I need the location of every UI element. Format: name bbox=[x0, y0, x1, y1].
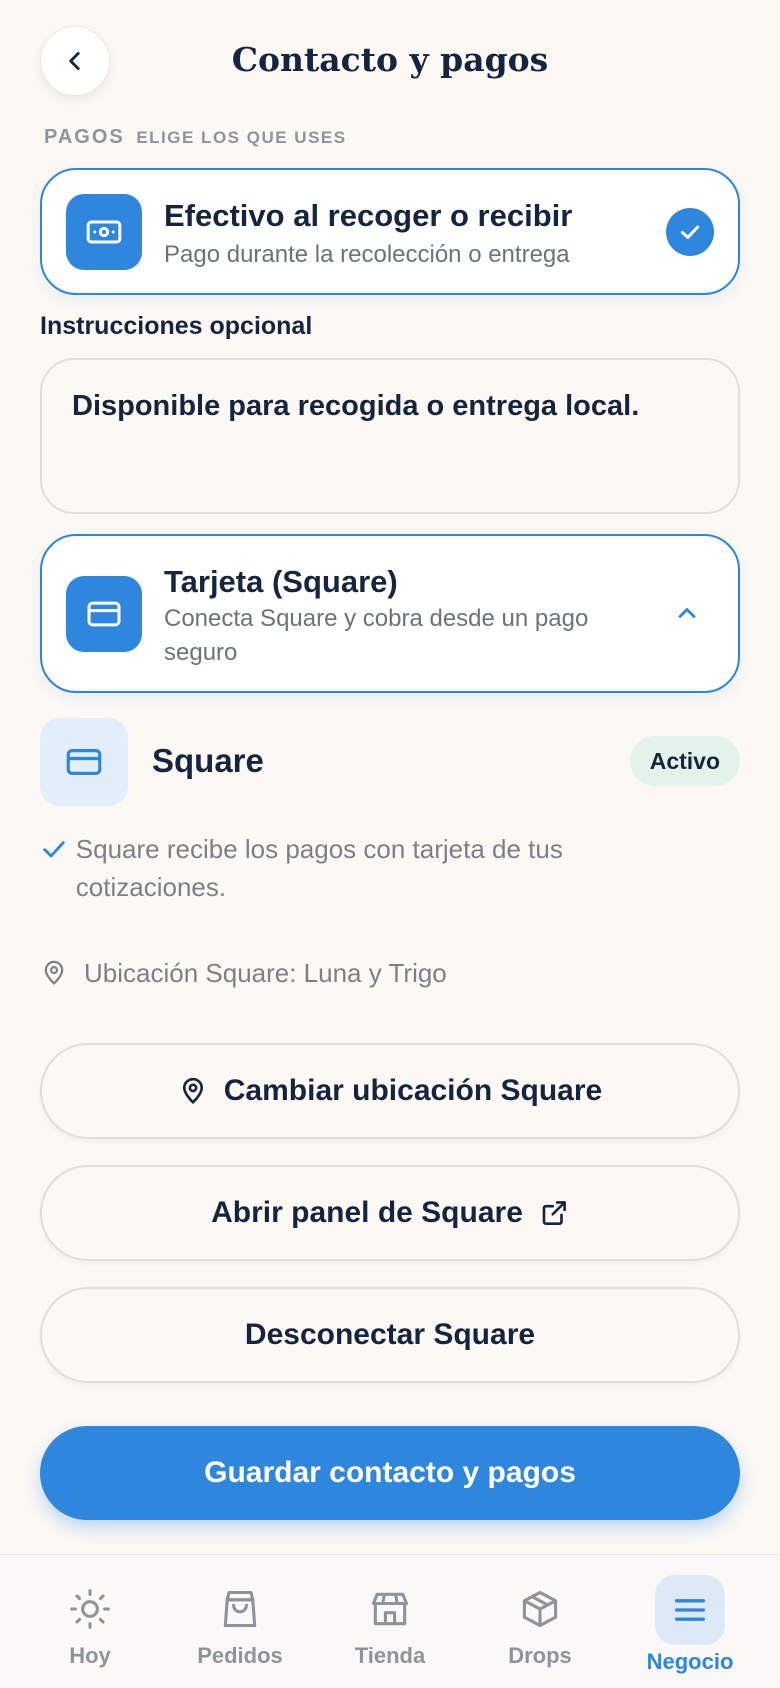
open-square-panel-button[interactable]: Abrir panel de Square bbox=[40, 1165, 740, 1261]
open-panel-label: Abrir panel de Square bbox=[211, 1196, 523, 1229]
card-option-title: Tarjeta (Square) bbox=[164, 564, 398, 599]
disconnect-square-button[interactable]: Desconectar Square bbox=[40, 1287, 740, 1383]
cash-option-title: Efectivo al recoger o recibir bbox=[164, 198, 573, 233]
contact-payments-screen: Contacto y pagos PAGOS ELIGE LOS QUE USE… bbox=[0, 0, 780, 1688]
cash-payment-option[interactable]: Efectivo al recoger o recibir Pago duran… bbox=[40, 168, 740, 295]
chevron-up-icon[interactable] bbox=[672, 598, 702, 628]
cash-icon bbox=[66, 194, 142, 270]
instructions-input[interactable]: Disponible para recogida o entrega local… bbox=[40, 358, 740, 514]
nav-label: Negocio bbox=[646, 1649, 734, 1674]
credit-card-icon bbox=[66, 576, 142, 652]
section-label-title: PAGOS bbox=[44, 126, 125, 148]
change-location-label: Cambiar ubicación Square bbox=[223, 1074, 603, 1107]
box-icon bbox=[514, 1583, 566, 1635]
menu-icon bbox=[655, 1575, 725, 1645]
check-icon bbox=[40, 830, 76, 868]
nav-item-pedidos[interactable]: Pedidos bbox=[170, 1555, 310, 1688]
save-contact-payments-button[interactable]: Guardar contacto y pagos bbox=[40, 1426, 740, 1520]
square-provider-name: Square bbox=[152, 742, 264, 779]
external-link-icon bbox=[542, 1201, 566, 1225]
selected-check-icon bbox=[666, 208, 714, 256]
cash-option-subtitle: Pago durante la recolección o entrega bbox=[164, 241, 570, 268]
sun-icon bbox=[64, 1583, 116, 1635]
status-badge: Activo bbox=[629, 736, 740, 786]
nav-item-negocio[interactable]: Negocio bbox=[620, 1555, 760, 1688]
section-label: PAGOS ELIGE LOS QUE USES bbox=[44, 126, 347, 149]
change-location-button[interactable]: Cambiar ubicación Square bbox=[40, 1043, 740, 1139]
nav-label: Hoy bbox=[69, 1643, 111, 1668]
card-option-subtitle: Conecta Square y cobra desde un pago seg… bbox=[164, 605, 589, 666]
square-location-text: Ubicación Square: Luna y Trigo bbox=[84, 958, 447, 988]
section-label-subtitle: ELIGE LOS QUE USES bbox=[136, 128, 347, 147]
card-payment-option[interactable]: Tarjeta (Square) Conecta Square y cobra … bbox=[40, 534, 740, 693]
nav-item-hoy[interactable]: Hoy bbox=[20, 1555, 160, 1688]
location-pin-icon bbox=[182, 1077, 203, 1105]
store-icon bbox=[364, 1583, 416, 1635]
nav-label: Tienda bbox=[354, 1643, 426, 1668]
square-info-text: Square recibe los pagos con tarjeta de t… bbox=[75, 834, 563, 902]
location-pin-icon bbox=[40, 954, 84, 992]
bottom-navigation: Hoy Pedidos Tienda Drops Negocio bbox=[0, 1554, 780, 1688]
nav-item-drops[interactable]: Drops bbox=[470, 1555, 610, 1688]
page-title: Contacto y pagos bbox=[231, 40, 549, 79]
disconnect-label: Desconectar Square bbox=[244, 1318, 536, 1351]
shopping-bag-icon bbox=[214, 1583, 266, 1635]
nav-label: Drops bbox=[508, 1643, 572, 1668]
square-location-row: Ubicación Square: Luna y Trigo bbox=[40, 954, 447, 992]
instructions-label: Instrucciones opcional bbox=[40, 312, 313, 340]
square-info-row: Square recibe los pagos con tarjeta de t… bbox=[40, 830, 600, 906]
nav-label: Pedidos bbox=[197, 1643, 283, 1668]
square-card-icon bbox=[40, 718, 128, 806]
nav-item-tienda[interactable]: Tienda bbox=[320, 1555, 460, 1688]
